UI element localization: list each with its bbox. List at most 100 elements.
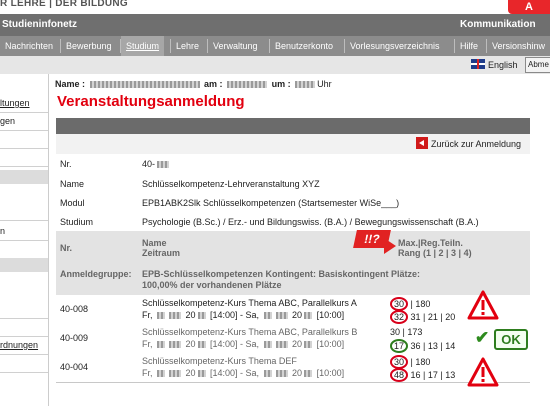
sidebar-item-label: n	[0, 226, 6, 236]
page-title: Veranstaltungsanmeldung	[57, 93, 245, 110]
course-capacity: 30 | 173	[390, 327, 423, 337]
logout-button[interactable]: Abme	[525, 57, 550, 73]
sidebar-section-header	[0, 258, 48, 272]
nav-hilfe[interactable]: Hilfe	[455, 36, 483, 56]
nav-verwaltung[interactable]: Verwaltung	[208, 36, 263, 56]
redacted-date	[169, 341, 181, 349]
top-strip: R LEHRE | DER BILDUNG A	[0, 0, 550, 14]
nav-benutzerkonto[interactable]: Benutzerkonto	[270, 36, 338, 56]
max-participants: 30	[390, 297, 409, 311]
sidebar-item[interactable]	[0, 148, 48, 167]
column-header-rank: Rang (1 | 2 | 3 | 4)	[398, 248, 472, 258]
name-label: Name :	[55, 79, 86, 89]
nav-bewerbung[interactable]: Bewerbung	[61, 36, 117, 56]
nav-lehre[interactable]: Lehre	[171, 36, 204, 56]
sidebar-item-anmeldungen[interactable]: gen	[0, 112, 48, 131]
uhr-label: Uhr	[317, 79, 332, 89]
back-to-registration-link[interactable]: Zurück zur Anmeldung	[431, 139, 521, 149]
sidebar-item[interactable]	[0, 202, 48, 221]
course-title[interactable]: Schlüsselkompetenz-Kurs Thema ABC, Paral…	[142, 298, 357, 308]
course-nr: 40-004	[60, 362, 89, 372]
sidebar-item[interactable]	[0, 354, 48, 373]
nav-vorlesungsverzeichnis[interactable]: Vorlesungsverzeichnis	[345, 36, 445, 56]
redacted-date	[157, 312, 165, 320]
sidebar-item-veranstaltungen[interactable]: ltungen	[0, 94, 48, 113]
language-switch[interactable]: English	[488, 60, 518, 70]
redacted-date	[197, 370, 206, 378]
redacted-date	[157, 341, 165, 349]
nav-nachrichten[interactable]: Nachrichten	[0, 36, 58, 56]
sidebar-item[interactable]	[0, 300, 48, 319]
time-text: [10:00]	[314, 339, 345, 349]
nav-versionshinweise[interactable]: Versionshinw	[487, 36, 550, 56]
redacted-date	[197, 312, 206, 320]
course-row[interactable]: 40-008 Schlüsselkompetenz-Kurs Thema ABC…	[56, 295, 530, 325]
time-text: Fr,	[142, 310, 155, 320]
rank-1-count: 48	[390, 368, 409, 382]
max-participants: 30	[390, 355, 409, 369]
time-text: Fr,	[142, 368, 155, 378]
redacted-date	[157, 370, 165, 378]
warning-triangle-icon	[467, 357, 499, 387]
redacted-date	[197, 341, 206, 349]
language-bar: English Abme	[0, 56, 550, 74]
info-label: Name	[60, 179, 85, 189]
sidebar-item-n[interactable]: n	[0, 222, 48, 241]
university-logo: A	[508, 0, 550, 14]
time-label: um :	[271, 79, 291, 89]
rank-other-counts: 31 | 21 | 20	[410, 312, 456, 322]
kommunikation-link[interactable]: Kommunikation	[460, 19, 536, 30]
course-row[interactable]: 40-004 Schlüsselkompetenz-Kurs Thema DEF…	[56, 353, 530, 383]
course-timeframe: Fr, 20 [14:00] - Sa, 20 [10:00]	[142, 310, 344, 320]
time-text: [14:00] - Sa,	[207, 339, 262, 349]
course-timeframe: Fr, 20 [14:00] - Sa, 20 [10:00]	[142, 339, 344, 349]
column-header-capacity: Max.|Reg.Teiln.	[398, 238, 463, 248]
uk-flag-icon[interactable]	[471, 59, 485, 69]
redacted-date	[263, 341, 272, 349]
time-text: [10:00]	[314, 368, 345, 378]
registered-count: 173	[407, 327, 423, 337]
student-info-line: Name : am : um : Uhr	[55, 79, 332, 89]
sidebar: ltungen gen n rdnungen	[0, 74, 49, 406]
registered-count: 180	[415, 357, 431, 367]
info-value: 40-	[142, 159, 171, 169]
back-arrow-icon[interactable]	[416, 137, 428, 149]
course-rank: 48 16 | 17 | 13	[390, 368, 455, 382]
info-row-modul: Modul EPB1ABK2Slk Schlüsselkompetenzen (…	[56, 193, 530, 213]
sidebar-item-ordnungen[interactable]: rdnungen	[0, 336, 48, 355]
section-header-bar	[56, 118, 530, 134]
info-value: Psychologie (B.Sc.) / Erz.- und Bildungs…	[142, 217, 479, 227]
nav-studium[interactable]: Studium	[121, 36, 165, 56]
redacted-date	[169, 312, 181, 320]
info-label: Studium	[60, 217, 94, 227]
sidebar-item[interactable]	[0, 130, 48, 149]
time-text: 20	[289, 339, 303, 349]
rank-1-count: 32	[390, 310, 409, 324]
redacted-number	[157, 161, 170, 169]
redacted-date	[263, 312, 272, 320]
rank-1-count: 17	[390, 339, 409, 353]
redacted-date	[304, 370, 313, 378]
info-row-nr: Nr. 40-	[56, 154, 530, 175]
redacted-date	[275, 341, 288, 349]
time-text: Fr,	[142, 339, 155, 349]
rank-other-counts: 16 | 17 | 13	[410, 370, 456, 380]
time-text: 20	[183, 310, 196, 320]
redacted-date	[263, 370, 272, 378]
group-label: Anmeldegruppe:	[60, 269, 132, 279]
course-capacity: 30 | 180	[390, 355, 430, 369]
date-label: am :	[204, 79, 223, 89]
sidebar-item-label: rdnungen	[0, 340, 39, 350]
attention-arrow-icon	[384, 238, 396, 254]
redacted-date	[275, 312, 288, 320]
redacted-name	[89, 81, 200, 89]
checkmark-icon: ✔	[475, 328, 490, 347]
course-table-header: Nr. Name Zeitraum Max.|Reg.Teiln. Rang (…	[56, 231, 530, 264]
course-title[interactable]: Schlüsselkompetenz-Kurs Thema DEF	[142, 356, 297, 366]
sidebar-section-header	[0, 170, 48, 184]
sidebar-item[interactable]	[0, 318, 48, 337]
course-nr: 40-009	[60, 333, 89, 343]
info-value: EPB1ABK2Slk Schlüsselkompetenzen (Starts…	[142, 198, 400, 208]
course-row[interactable]: 40-009 Schlüsselkompetenz-Kurs Thema ABC…	[56, 324, 530, 354]
course-title[interactable]: Schlüsselkompetenz-Kurs Thema ABC, Paral…	[142, 327, 357, 337]
